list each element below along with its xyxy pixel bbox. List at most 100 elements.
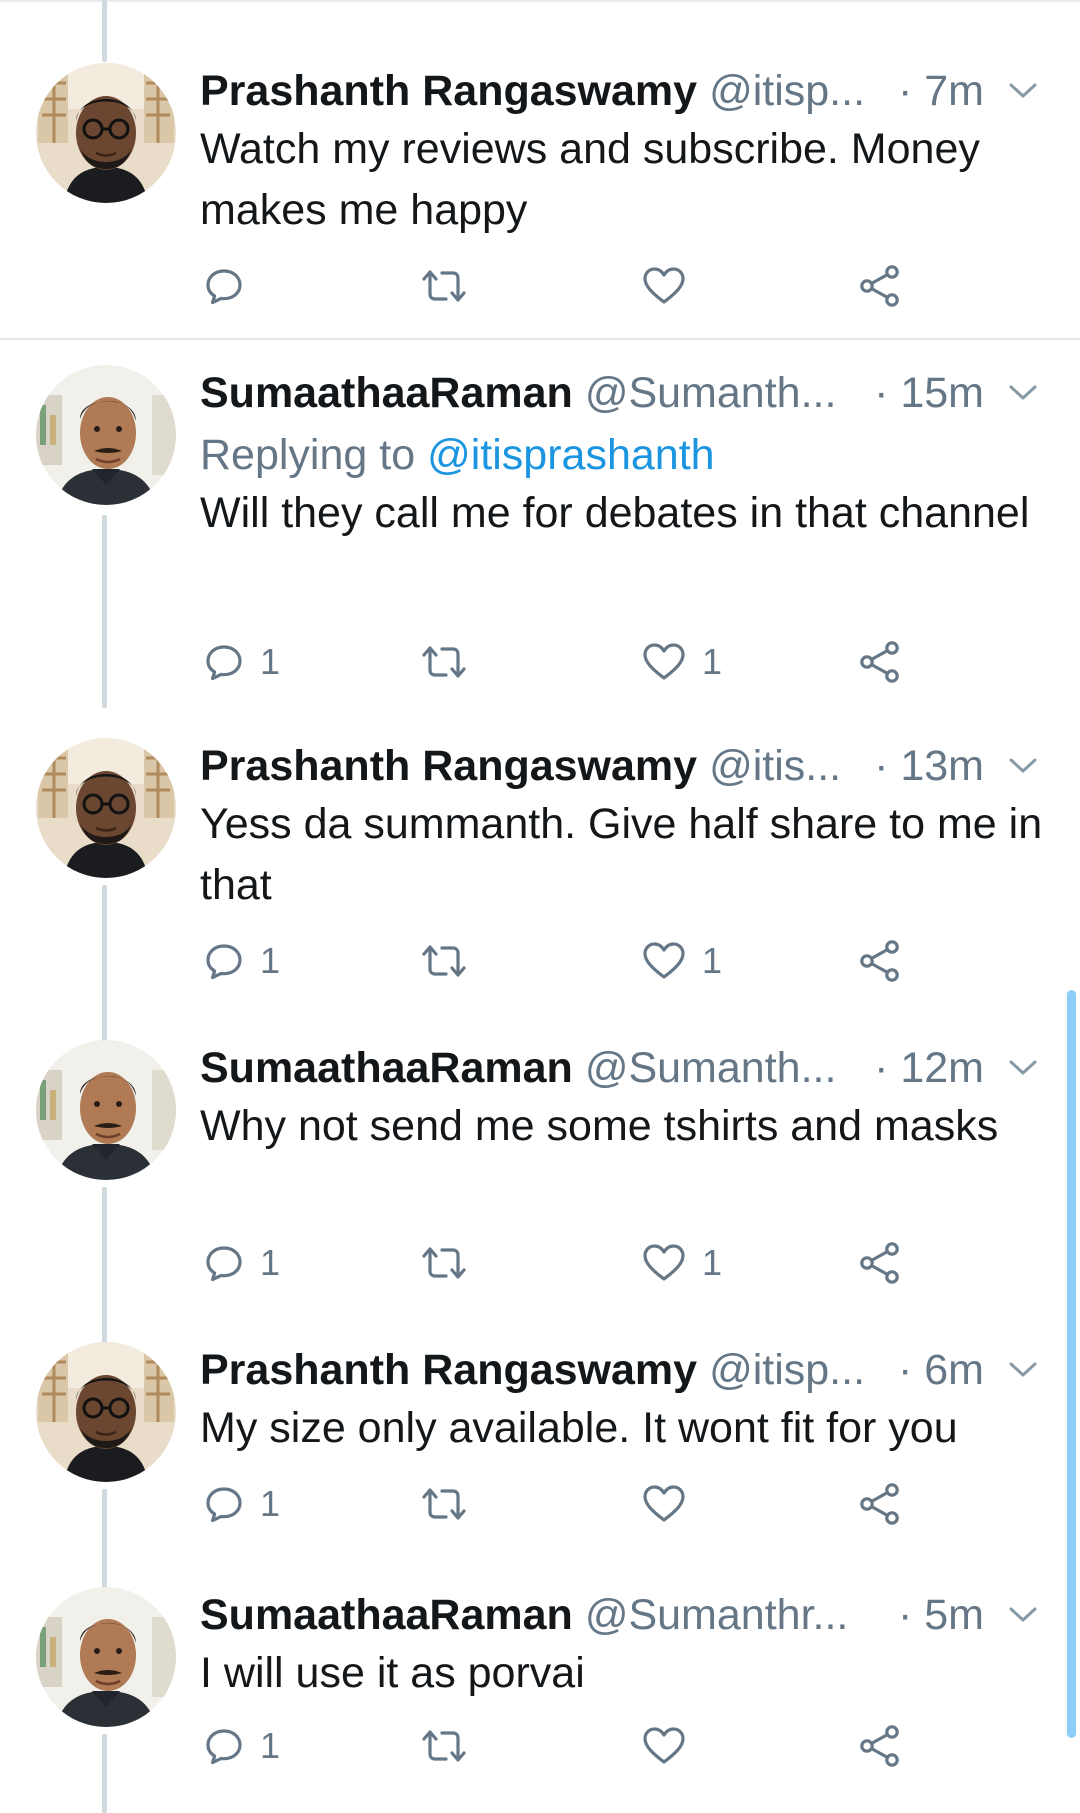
reply-button[interactable]: 1 xyxy=(204,1721,280,1771)
timestamp[interactable]: · 13m xyxy=(874,738,984,794)
reply-button[interactable]: 1 xyxy=(204,936,280,986)
share-button[interactable] xyxy=(858,1479,902,1529)
timestamp[interactable]: · 7m xyxy=(898,63,984,119)
thread-line xyxy=(102,0,107,62)
share-icon xyxy=(858,640,902,684)
tweet-actions: 1 xyxy=(200,1479,1040,1529)
author-handle[interactable]: @itis... xyxy=(709,742,841,790)
retweet-icon xyxy=(420,1726,468,1766)
heart-icon xyxy=(642,1726,686,1766)
share-icon xyxy=(858,264,902,308)
like-count: 1 xyxy=(702,641,723,682)
scrollbar[interactable] xyxy=(1067,990,1076,1738)
timestamp[interactable]: · 6m xyxy=(898,1342,984,1398)
retweet-button[interactable] xyxy=(420,637,468,687)
author-handle[interactable]: @itisp... xyxy=(709,67,865,115)
tweet-text: I will use it as porvai xyxy=(200,1649,585,1697)
top-divider xyxy=(0,0,1080,2)
timestamp[interactable]: · 15m xyxy=(874,365,984,421)
like-button[interactable] xyxy=(642,261,702,311)
retweet-button[interactable] xyxy=(420,1721,468,1771)
avatar-image-sumanth xyxy=(36,1040,176,1180)
timestamp[interactable]: · 5m xyxy=(898,1587,984,1643)
tweet-separator xyxy=(0,338,1080,340)
avatar[interactable] xyxy=(36,1342,176,1482)
like-button[interactable] xyxy=(642,1721,702,1771)
share-icon xyxy=(858,939,902,983)
chevron-down-icon[interactable] xyxy=(1006,379,1040,407)
reply-button[interactable] xyxy=(204,261,260,311)
reply-button[interactable]: 1 xyxy=(204,1238,280,1288)
tweet-actions: 1 1 xyxy=(200,936,1040,986)
retweet-icon xyxy=(420,1484,468,1524)
reply-button[interactable]: 1 xyxy=(204,1479,280,1529)
thread-line xyxy=(102,1734,107,1813)
tweet-header: Prashanth Rangaswamy @itis... · 13m xyxy=(200,738,1040,794)
share-icon xyxy=(858,1482,902,1526)
tweet-header: SumaathaaRaman @Sumanth... · 15m xyxy=(200,365,1040,421)
retweet-icon xyxy=(420,1243,468,1283)
avatar[interactable] xyxy=(36,63,176,203)
chevron-down-icon[interactable] xyxy=(1006,752,1040,780)
author-handle[interactable]: @Sumanth... xyxy=(585,1044,837,1092)
author-name[interactable]: SumaathaaRaman xyxy=(200,369,573,417)
replying-to-link[interactable]: @itisprashanth xyxy=(427,431,714,479)
chevron-down-icon[interactable] xyxy=(1006,77,1040,105)
avatar[interactable] xyxy=(36,1587,176,1727)
heart-icon xyxy=(642,941,686,981)
author-name[interactable]: Prashanth Rangaswamy xyxy=(200,742,697,790)
tweet-header: Prashanth Rangaswamy @itisp... · 7m xyxy=(200,63,1040,119)
reply-count: 1 xyxy=(260,1242,281,1283)
author-name[interactable]: Prashanth Rangaswamy xyxy=(200,67,697,115)
author-name[interactable]: Prashanth Rangaswamy xyxy=(200,1346,697,1394)
tweet-header: SumaathaaRaman @Sumanthr... · 5m xyxy=(200,1587,1040,1643)
like-button[interactable] xyxy=(642,1479,702,1529)
avatar-image-sumanth xyxy=(36,365,176,505)
tweet-actions xyxy=(200,261,1040,311)
avatar[interactable] xyxy=(36,738,176,878)
share-button[interactable] xyxy=(858,261,902,311)
retweet-icon xyxy=(420,941,468,981)
thread-line xyxy=(102,515,107,708)
author-handle[interactable]: @Sumanthr... xyxy=(585,1591,849,1639)
avatar[interactable] xyxy=(36,1040,176,1180)
author-handle[interactable]: @Sumanth... xyxy=(585,369,837,417)
tweet-header: Prashanth Rangaswamy @itisp... · 6m xyxy=(200,1342,1040,1398)
author-name[interactable]: SumaathaaRaman xyxy=(200,1591,573,1639)
chevron-down-icon[interactable] xyxy=(1006,1601,1040,1629)
tweet-text: Yess da summanth. Give half share to me … xyxy=(200,800,1043,909)
like-button[interactable]: 1 xyxy=(642,637,722,687)
heart-icon xyxy=(642,642,686,682)
retweet-button[interactable] xyxy=(420,936,468,986)
avatar-image-prashanth xyxy=(36,1342,176,1482)
timestamp[interactable]: · 12m xyxy=(874,1040,984,1096)
author-name[interactable]: SumaathaaRaman xyxy=(200,1044,573,1092)
avatar-image-sumanth xyxy=(36,1587,176,1727)
reply-icon xyxy=(204,642,244,682)
reply-icon xyxy=(204,941,244,981)
share-button[interactable] xyxy=(858,1721,902,1771)
reply-icon xyxy=(204,1243,244,1283)
tweet-text: Will they call me for debates in that ch… xyxy=(200,489,1030,537)
like-button[interactable]: 1 xyxy=(642,1238,722,1288)
reply-count: 1 xyxy=(260,1725,281,1766)
chevron-down-icon[interactable] xyxy=(1006,1356,1040,1384)
avatar-image-prashanth xyxy=(36,63,176,203)
like-count: 1 xyxy=(702,1242,723,1283)
reply-button[interactable]: 1 xyxy=(204,637,280,687)
retweet-icon xyxy=(420,266,468,306)
thread-line xyxy=(102,885,107,1046)
share-button[interactable] xyxy=(858,637,902,687)
heart-icon xyxy=(642,1484,686,1524)
thread-line xyxy=(102,1489,107,1593)
retweet-button[interactable] xyxy=(420,1238,468,1288)
retweet-button[interactable] xyxy=(420,1479,468,1529)
like-button[interactable]: 1 xyxy=(642,936,722,986)
share-button[interactable] xyxy=(858,936,902,986)
heart-icon xyxy=(642,1243,686,1283)
share-button[interactable] xyxy=(858,1238,902,1288)
retweet-button[interactable] xyxy=(420,261,468,311)
avatar[interactable] xyxy=(36,365,176,505)
author-handle[interactable]: @itisp... xyxy=(709,1346,865,1394)
chevron-down-icon[interactable] xyxy=(1006,1054,1040,1082)
